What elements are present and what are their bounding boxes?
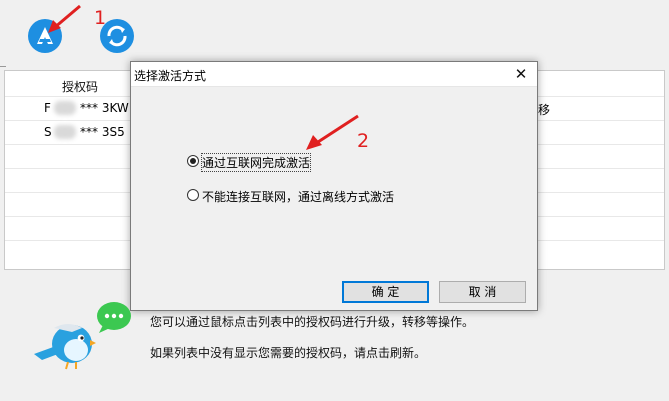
- code-prefix: F: [44, 101, 51, 115]
- row-divider: [5, 144, 131, 145]
- radio-online[interactable]: [187, 155, 199, 167]
- row-divider: [538, 120, 664, 121]
- chat-bubble-icon: [95, 300, 133, 334]
- radio-offline[interactable]: [187, 189, 199, 201]
- ok-button[interactable]: 确 定: [342, 281, 429, 303]
- column-header-auth-code: 授权码: [62, 80, 99, 94]
- option-online-label: 通过互联网完成激活: [200, 153, 312, 172]
- right-column-cell: 移: [538, 103, 551, 117]
- option-offline[interactable]: 不能连接互联网，通过离线方式激活: [187, 187, 427, 205]
- table-row[interactable]: F *** 3KW: [44, 100, 130, 118]
- row-divider: [538, 96, 664, 97]
- option-online[interactable]: 通过互联网完成激活: [187, 153, 367, 172]
- code-redaction: [54, 101, 76, 115]
- annotation-arrow-2: [306, 114, 359, 150]
- cancel-button[interactable]: 取 消: [439, 281, 526, 303]
- code-redaction: [54, 125, 76, 139]
- row-divider: [538, 168, 664, 169]
- code-suffix: *** 3KW: [80, 101, 129, 115]
- help-text-line-2: 如果列表中没有显示您需要的授权码，请点击刷新。: [150, 346, 427, 360]
- annotation-label-1: 1: [94, 7, 107, 29]
- row-divider: [5, 216, 131, 217]
- activation-method-dialog: 选择激活方式 ✕ 通过互联网完成激活 不能连接互联网，通过离线方式激活 确 定 …: [130, 61, 538, 311]
- row-divider: [5, 192, 131, 193]
- row-divider: [538, 144, 664, 145]
- row-divider: [5, 240, 131, 241]
- row-divider: [538, 216, 664, 217]
- row-divider: [538, 240, 664, 241]
- annotation-label-2: 2: [357, 130, 370, 152]
- row-divider: [5, 96, 131, 97]
- option-offline-label: 不能连接互联网，通过离线方式激活: [202, 190, 395, 204]
- row-divider: [5, 168, 131, 169]
- row-divider: [538, 192, 664, 193]
- code-prefix: S: [44, 125, 52, 139]
- bird-mascot: [32, 318, 96, 370]
- close-icon[interactable]: ✕: [511, 64, 531, 84]
- help-text-line-1: 您可以通过鼠标点击列表中的授权码进行升级，转移等操作。: [150, 315, 475, 329]
- code-suffix: *** 3S5: [80, 125, 125, 139]
- table-row[interactable]: S *** 3S5: [44, 124, 130, 142]
- annotation-arrow-1: [48, 4, 81, 33]
- left-edge-divider: [0, 66, 6, 67]
- dialog-title: 选择激活方式: [134, 69, 207, 83]
- row-divider: [5, 120, 131, 121]
- dialog-titlebar[interactable]: 选择激活方式 ✕: [131, 62, 537, 87]
